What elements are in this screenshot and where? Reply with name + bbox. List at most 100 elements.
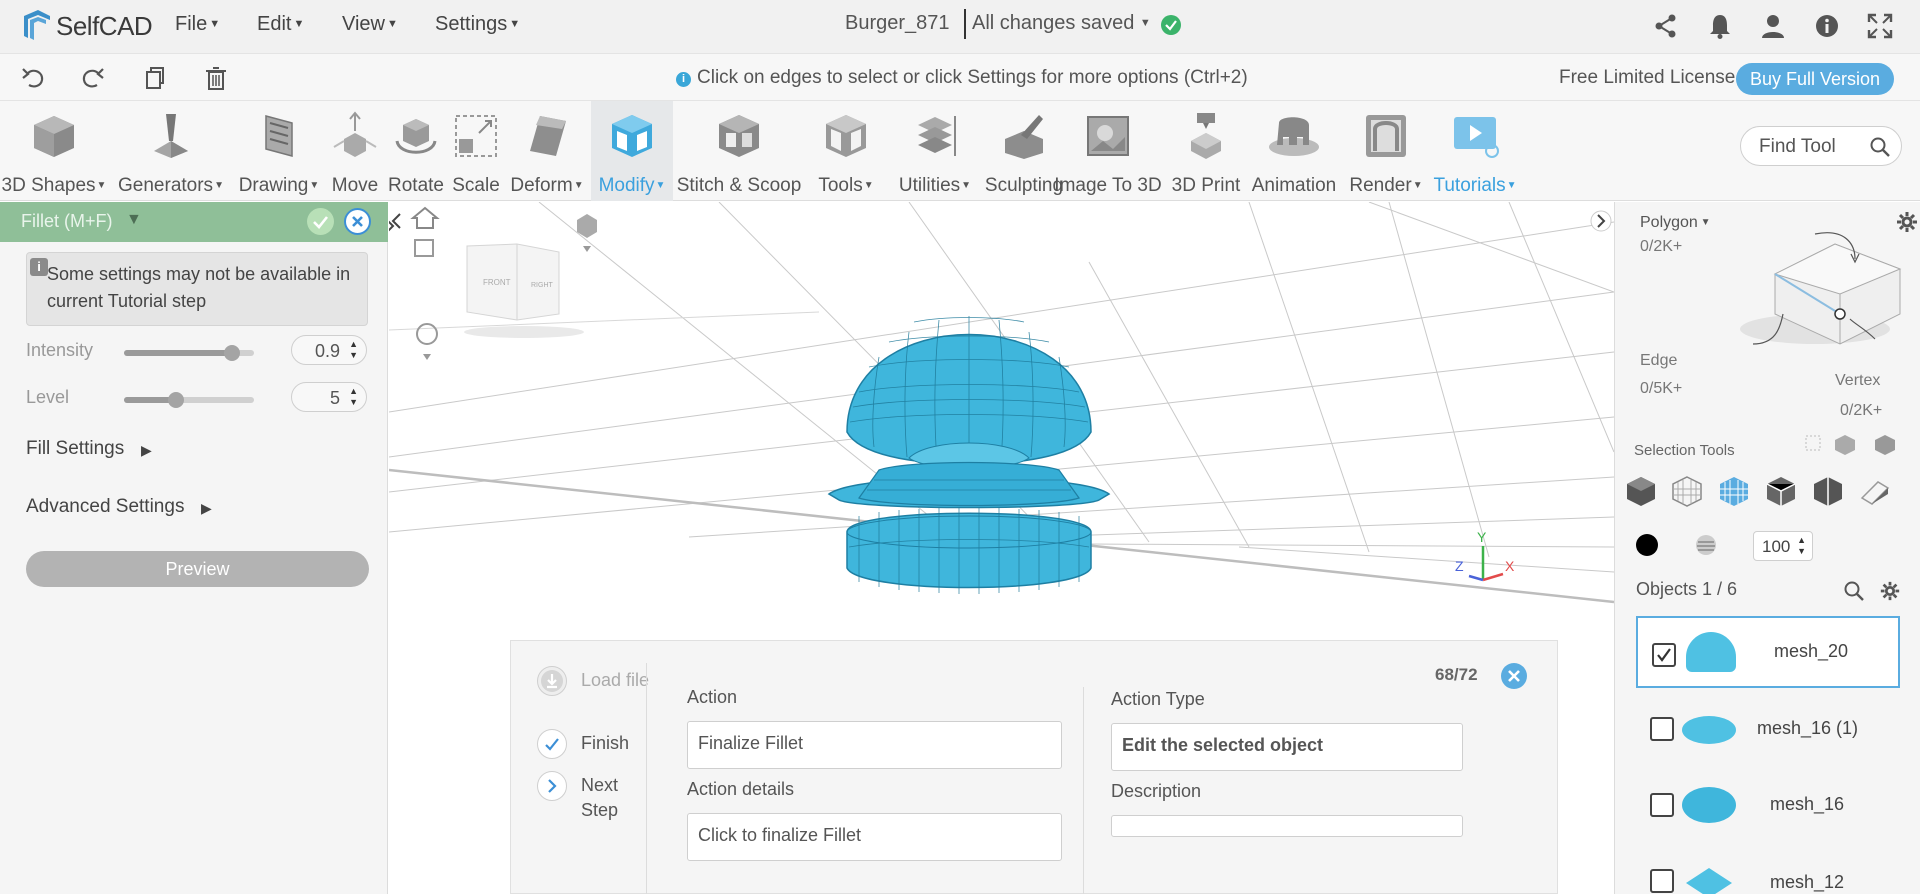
find-tool-input[interactable]: Find Tool [1740, 126, 1902, 166]
cube-solid-icon[interactable] [1875, 435, 1895, 455]
tool-tutorials[interactable]: Tutorials▼ [1430, 101, 1520, 201]
share-icon[interactable] [1652, 12, 1680, 40]
level-slider[interactable] [124, 392, 254, 408]
tool-scale[interactable]: Scale [448, 101, 504, 201]
tool-generators-label: Generators [118, 175, 214, 196]
mesh-select-icon[interactable] [1670, 474, 1704, 508]
orbit-icon[interactable] [416, 323, 438, 345]
chevron-down-icon[interactable]: ▼ [126, 211, 142, 229]
tool-stitch-scoop[interactable]: Stitch & Scoop [676, 101, 802, 201]
object-checkbox[interactable] [1650, 717, 1674, 741]
tutorial-step-counter: 68/72 [1435, 665, 1478, 684]
menu-edit-label: Edit [257, 13, 292, 35]
texture-icon[interactable] [1695, 534, 1717, 556]
object-checkbox[interactable] [1650, 793, 1674, 817]
buy-full-version-button[interactable]: Buy Full Version [1736, 63, 1894, 95]
home-icon[interactable] [410, 206, 440, 229]
generator-icon [154, 114, 188, 158]
collapse-right-icon[interactable] [1590, 210, 1612, 232]
user-icon[interactable] [1759, 12, 1787, 40]
tool-modify[interactable]: Modify▼ [591, 101, 673, 201]
menu-settings[interactable]: Settings ▼ [435, 13, 520, 36]
box-select-icon[interactable] [1805, 435, 1821, 451]
stepper-icon[interactable]: ▲ ▼ [1797, 535, 1806, 557]
face-select-icon[interactable] [1811, 474, 1845, 508]
intensity-slider-thumb[interactable] [223, 345, 240, 361]
app-logo[interactable]: SelfCAD [20, 6, 153, 46]
menu-view[interactable]: View ▼ [342, 13, 398, 36]
confirm-button[interactable] [307, 208, 334, 235]
tool-move[interactable]: Move [327, 101, 383, 201]
redo-icon[interactable] [80, 65, 106, 91]
object-select-icon[interactable] [1624, 474, 1658, 508]
description-field [1111, 815, 1463, 837]
cube-select-icon[interactable] [1835, 435, 1855, 455]
save-status[interactable]: All changes saved ▼ [972, 12, 1151, 35]
fit-view-icon[interactable] [414, 239, 434, 257]
object-thumbnail [1682, 787, 1736, 823]
close-tutorial-button[interactable] [1501, 663, 1527, 689]
stepper-icon[interactable]: ▲ ▼ [349, 339, 358, 361]
opacity-input[interactable]: 100 ▲ ▼ [1753, 531, 1813, 561]
fillet-title: Fillet (M+F) [21, 211, 113, 231]
menu-file[interactable]: File ▼ [175, 13, 220, 36]
object-checkbox[interactable] [1650, 869, 1674, 893]
object-thumbnail [1686, 632, 1736, 672]
selection-mode-diagram[interactable] [1705, 214, 1915, 354]
menu-edit[interactable]: Edit ▼ [257, 13, 304, 36]
license-label: Free Limited License [1559, 67, 1736, 88]
search-icon[interactable] [1869, 136, 1891, 158]
intensity-input[interactable]: 0.9 ▲ ▼ [291, 335, 367, 365]
edge-select-icon[interactable] [1764, 474, 1798, 508]
fullscreen-icon[interactable] [1866, 12, 1894, 40]
tool-render[interactable]: Render▼ [1344, 101, 1428, 201]
close-panel-button[interactable] [344, 208, 371, 235]
viewcube-right-label: RIGHT [531, 282, 554, 289]
tool-rotate[interactable]: Rotate [384, 101, 448, 201]
preview-button[interactable]: Preview [26, 551, 369, 587]
stepper-icon[interactable]: ▲ ▼ [349, 386, 358, 408]
advanced-settings-toggle[interactable]: Advanced Settings [26, 496, 184, 518]
object-row[interactable]: mesh_12 [1636, 844, 1900, 894]
expand-arrow-icon[interactable]: ▶ [141, 442, 152, 459]
selection-mode-dropdown[interactable]: Polygon ▼ [1640, 214, 1711, 232]
tool-drawing[interactable]: Drawing▼ [233, 101, 325, 201]
action-type-field: Edit the selected object [1111, 723, 1463, 771]
tool-3d-print-label: 3D Print [1171, 175, 1241, 196]
deform-icon [530, 116, 566, 156]
tool-3d-print[interactable]: 3D Print [1166, 101, 1246, 201]
chevron-down-icon[interactable] [423, 354, 431, 360]
check-icon [1657, 648, 1671, 662]
undo-icon[interactable] [20, 65, 46, 91]
tool-tools[interactable]: Tools▼ [806, 101, 886, 201]
tool-deform[interactable]: Deform▼ [505, 101, 589, 201]
search-icon[interactable] [1843, 580, 1865, 602]
fill-settings-toggle[interactable]: Fill Settings [26, 438, 124, 460]
intensity-slider[interactable] [124, 345, 254, 361]
object-checkbox[interactable] [1652, 643, 1676, 667]
object-row[interactable]: mesh_16 [1636, 768, 1900, 840]
info-icon[interactable] [1813, 12, 1841, 40]
tutorials-icon [1454, 117, 1499, 158]
burger-model[interactable] [827, 316, 1111, 594]
document-title[interactable]: Burger_871 [845, 12, 950, 35]
copy-icon[interactable] [142, 65, 168, 91]
tool-generators[interactable]: Generators▼ [115, 101, 227, 201]
collapse-left-icon[interactable] [389, 210, 405, 232]
color-picker[interactable] [1636, 534, 1658, 556]
object-row[interactable]: mesh_16 (1) [1636, 692, 1900, 764]
tool-animation[interactable]: Animation [1244, 101, 1344, 201]
gear-icon[interactable] [1879, 580, 1901, 602]
object-name: mesh_16 [1770, 794, 1845, 814]
plane-select-icon[interactable] [1858, 474, 1892, 508]
level-input[interactable]: 5 ▲ ▼ [291, 382, 367, 412]
tool-image-to-3d[interactable]: Image To 3D [1050, 101, 1166, 201]
level-slider-thumb[interactable] [168, 392, 184, 408]
chevron-down-icon[interactable] [583, 246, 591, 252]
expand-arrow-icon[interactable]: ▶ [201, 500, 212, 517]
object-row[interactable]: mesh_20 [1636, 616, 1900, 688]
bell-icon[interactable] [1706, 12, 1734, 40]
polygon-select-icon[interactable] [1717, 474, 1751, 508]
tool-3d-shapes[interactable]: 3D Shapes▼ [0, 101, 108, 201]
trash-icon[interactable] [203, 65, 229, 91]
